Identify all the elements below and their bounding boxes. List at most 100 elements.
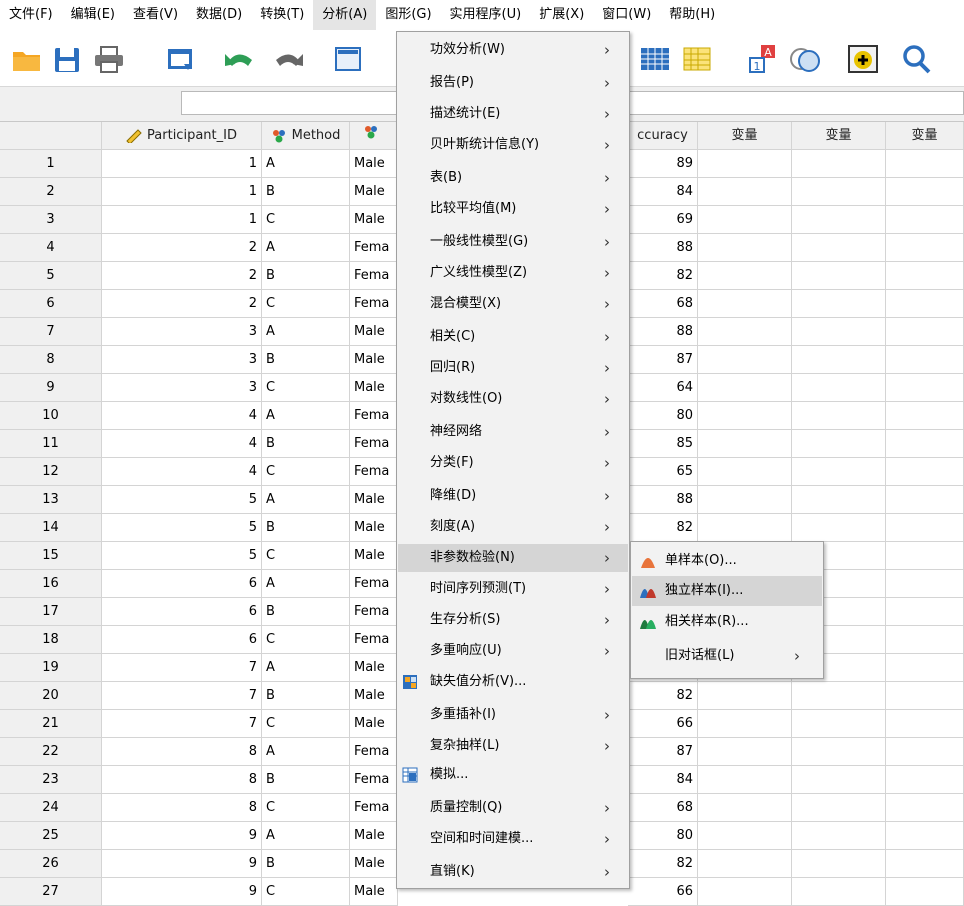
cell-method[interactable]: B <box>262 262 350 290</box>
analyze-menu-item[interactable]: 功效分析(W) › <box>398 36 628 64</box>
analyze-menu-item[interactable]: 时间序列预测(T) › <box>398 575 628 603</box>
row-number[interactable]: 23 <box>0 766 102 794</box>
cell-accuracy[interactable]: 80 <box>628 402 698 430</box>
cell-empty[interactable] <box>698 346 792 374</box>
cell-participant-id[interactable]: 5 <box>102 486 262 514</box>
cell-accuracy[interactable]: 89 <box>628 150 698 178</box>
nonparametric-submenu-item[interactable]: 相关样本(R)... <box>632 607 822 637</box>
cell-gender[interactable]: Male <box>350 374 398 402</box>
open-folder-icon[interactable] <box>10 44 44 74</box>
cell-empty[interactable] <box>886 570 964 598</box>
row-number[interactable]: 16 <box>0 570 102 598</box>
undo-icon[interactable] <box>222 44 256 74</box>
cell-method[interactable]: B <box>262 430 350 458</box>
cell-gender[interactable]: Male <box>350 318 398 346</box>
cell-empty[interactable] <box>792 794 886 822</box>
cell-empty[interactable] <box>792 150 886 178</box>
cell-method[interactable]: A <box>262 234 350 262</box>
cell-method[interactable]: C <box>262 206 350 234</box>
cell-method[interactable]: A <box>262 150 350 178</box>
cell-empty[interactable] <box>886 598 964 626</box>
cell-participant-id[interactable]: 8 <box>102 738 262 766</box>
search-icon[interactable] <box>900 44 934 74</box>
row-number[interactable]: 9 <box>0 374 102 402</box>
cell-empty[interactable] <box>886 822 964 850</box>
cell-empty[interactable] <box>792 262 886 290</box>
dialog-recall-icon[interactable] <box>164 44 198 74</box>
cell-accuracy[interactable]: 88 <box>628 318 698 346</box>
column-header[interactable]: 变量 <box>698 122 792 150</box>
cell-method[interactable]: C <box>262 290 350 318</box>
menu-4[interactable]: 转换(T) <box>251 0 313 30</box>
cell-empty[interactable] <box>886 710 964 738</box>
cell-gender[interactable]: Male <box>350 878 398 906</box>
cell-empty[interactable] <box>792 878 886 906</box>
analyze-menu-item[interactable]: 贝叶斯统计信息(Y) › <box>398 131 628 159</box>
row-number[interactable]: 12 <box>0 458 102 486</box>
cell-gender[interactable]: Fema <box>350 570 398 598</box>
value-labels-icon[interactable]: A 1 <box>746 44 780 74</box>
cell-empty[interactable] <box>792 290 886 318</box>
cell-empty[interactable] <box>792 374 886 402</box>
cell-empty[interactable] <box>698 822 792 850</box>
cell-participant-id[interactable]: 2 <box>102 262 262 290</box>
cell-gender[interactable]: Male <box>350 682 398 710</box>
cell-participant-id[interactable]: 2 <box>102 234 262 262</box>
cell-empty[interactable] <box>698 850 792 878</box>
cell-accuracy[interactable]: 82 <box>628 850 698 878</box>
cell-participant-id[interactable]: 2 <box>102 290 262 318</box>
cell-accuracy[interactable]: 68 <box>628 290 698 318</box>
cell-empty[interactable] <box>792 402 886 430</box>
cell-empty[interactable] <box>698 514 792 542</box>
row-number[interactable]: 25 <box>0 822 102 850</box>
cell-empty[interactable] <box>698 766 792 794</box>
analyze-menu-item[interactable]: 复杂抽样(L) › <box>398 732 628 760</box>
analyze-menu-item[interactable]: 一般线性模型(G) › <box>398 228 628 256</box>
cell-empty[interactable] <box>698 738 792 766</box>
column-header[interactable]: Method <box>262 122 350 150</box>
cell-accuracy[interactable]: 84 <box>628 178 698 206</box>
cell-empty[interactable] <box>886 150 964 178</box>
analyze-menu-item[interactable]: 生存分析(S) › <box>398 606 628 634</box>
cell-accuracy[interactable]: 66 <box>628 878 698 906</box>
row-number[interactable]: 19 <box>0 654 102 682</box>
cell-gender[interactable]: Male <box>350 346 398 374</box>
cell-participant-id[interactable]: 9 <box>102 822 262 850</box>
analyze-menu-item[interactable]: 回归(R) › <box>398 354 628 382</box>
row-number[interactable]: 14 <box>0 514 102 542</box>
analyze-menu-item[interactable]: 相关(C) › <box>398 323 628 351</box>
cell-empty[interactable] <box>792 234 886 262</box>
cell-gender[interactable]: Male <box>350 542 398 570</box>
cell-accuracy[interactable]: 87 <box>628 738 698 766</box>
cell-gender[interactable]: Male <box>350 150 398 178</box>
cell-method[interactable]: C <box>262 710 350 738</box>
cell-empty[interactable] <box>698 682 792 710</box>
cell-gender[interactable]: Fema <box>350 430 398 458</box>
row-number[interactable]: 21 <box>0 710 102 738</box>
row-number[interactable]: 24 <box>0 794 102 822</box>
row-number[interactable]: 5 <box>0 262 102 290</box>
cell-participant-id[interactable]: 5 <box>102 542 262 570</box>
cell-gender[interactable]: Male <box>350 822 398 850</box>
cell-empty[interactable] <box>698 290 792 318</box>
cell-method[interactable]: C <box>262 878 350 906</box>
cell-empty[interactable] <box>886 850 964 878</box>
row-number[interactable]: 8 <box>0 346 102 374</box>
cell-gender[interactable]: Fema <box>350 598 398 626</box>
cell-participant-id[interactable]: 5 <box>102 514 262 542</box>
cell-gender[interactable]: Male <box>350 514 398 542</box>
cell-method[interactable]: A <box>262 822 350 850</box>
cell-participant-id[interactable]: 6 <box>102 598 262 626</box>
cell-method[interactable]: C <box>262 626 350 654</box>
cell-participant-id[interactable]: 4 <box>102 402 262 430</box>
cell-empty[interactable] <box>792 766 886 794</box>
cell-accuracy[interactable]: 82 <box>628 514 698 542</box>
menu-3[interactable]: 数据(D) <box>187 0 251 30</box>
cell-empty[interactable] <box>886 290 964 318</box>
cell-empty[interactable] <box>698 458 792 486</box>
cell-participant-id[interactable]: 7 <box>102 710 262 738</box>
row-number[interactable]: 18 <box>0 626 102 654</box>
cell-accuracy[interactable]: 88 <box>628 486 698 514</box>
cell-empty[interactable] <box>886 878 964 906</box>
cell-empty[interactable] <box>886 514 964 542</box>
